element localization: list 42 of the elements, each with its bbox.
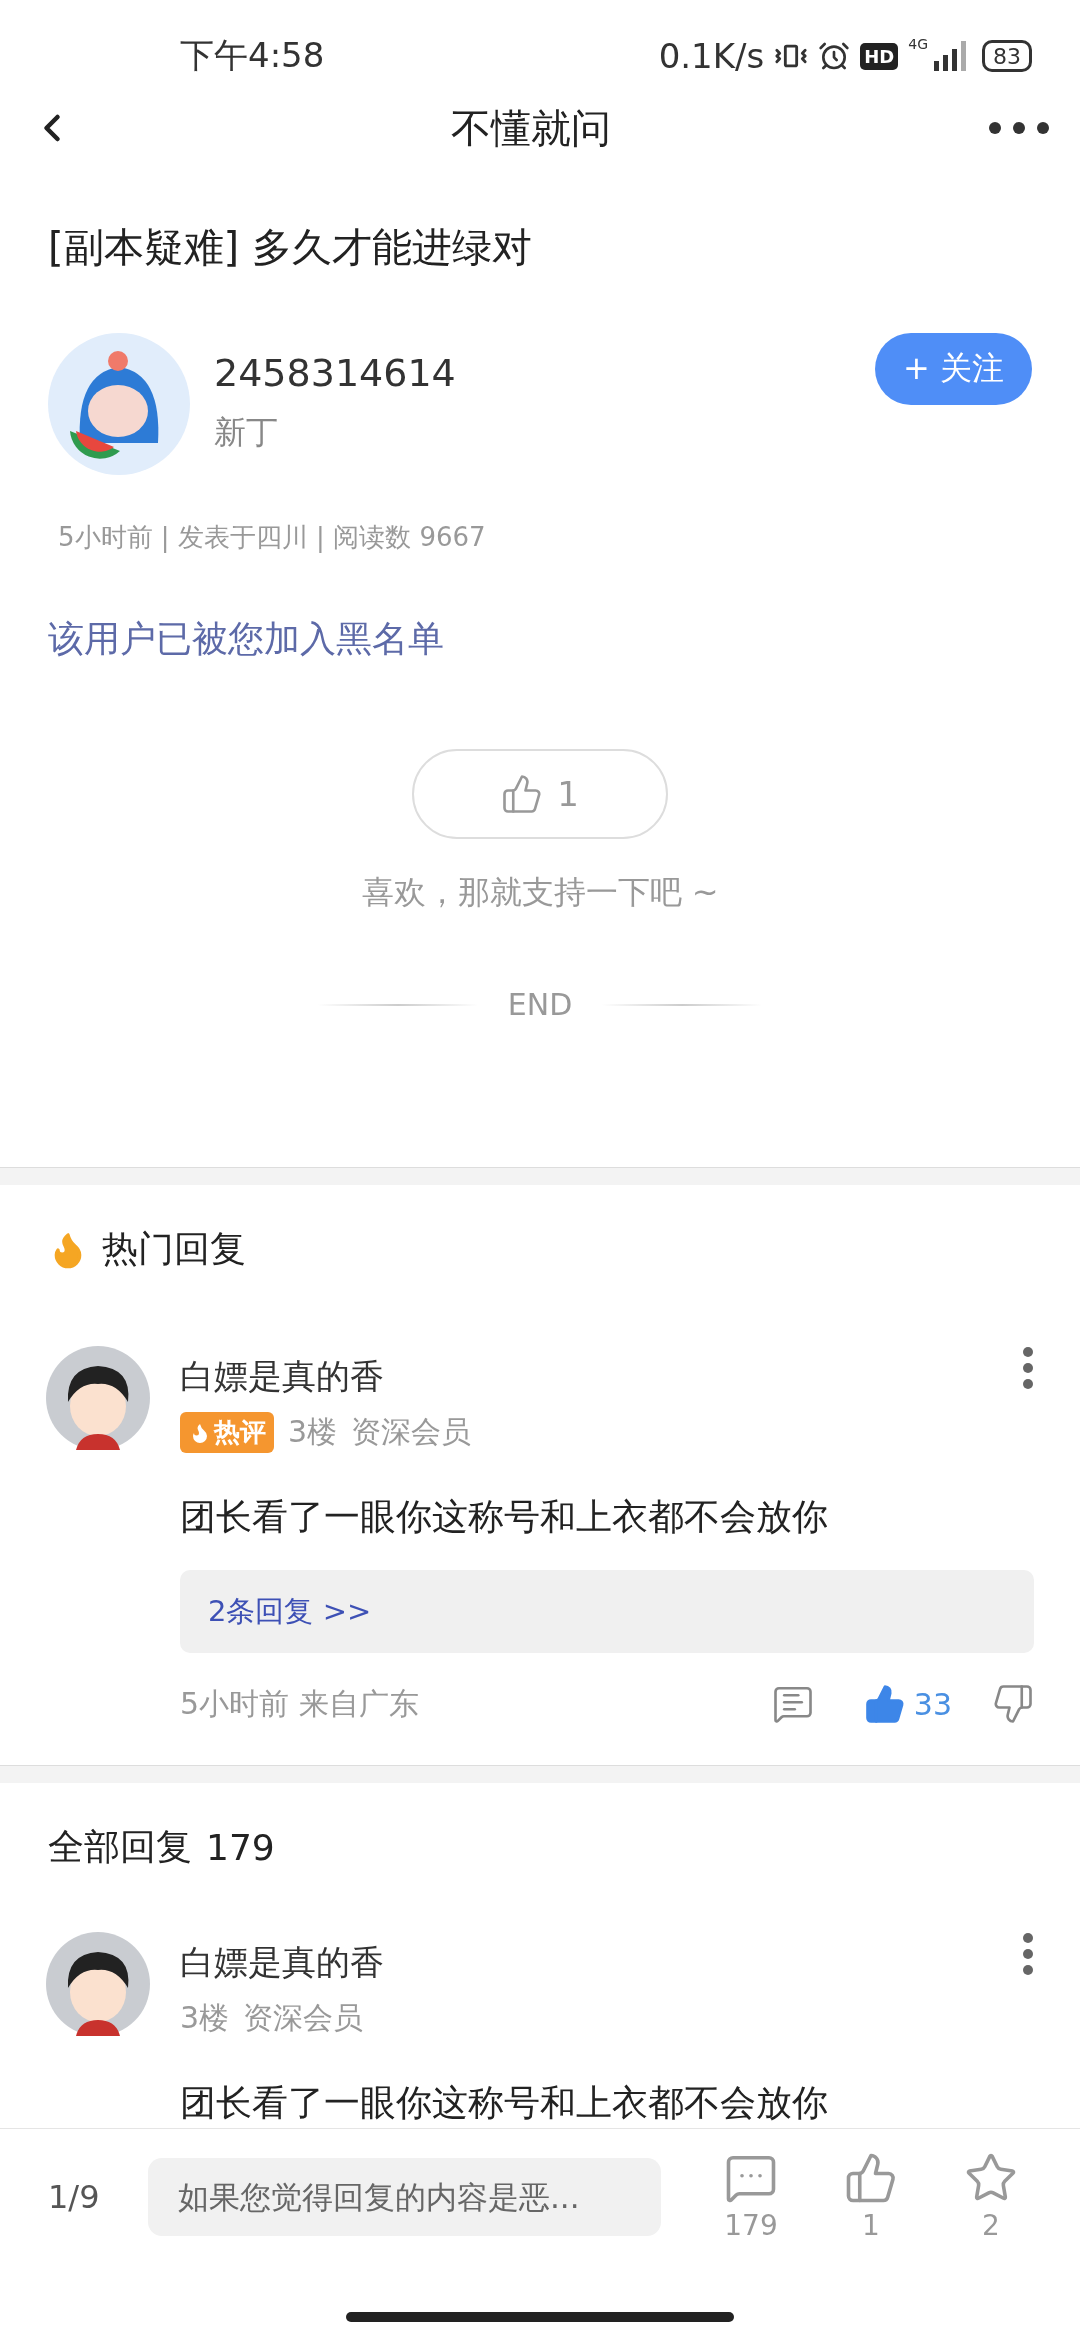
more-icon[interactable] xyxy=(1022,1346,1034,1390)
like-button[interactable]: 1 xyxy=(412,749,668,839)
alarm-icon xyxy=(818,40,851,72)
blacklist-notice: 该用户已被您加入黑名单 xyxy=(48,617,445,661)
favorite-button[interactable]: 2 xyxy=(951,2151,1031,2242)
end-label: END xyxy=(507,987,573,1022)
thumbs-up-icon[interactable] xyxy=(863,1683,906,1725)
post-meta: 5小时前 | 发表于四川 | 阅读数 9667 xyxy=(57,521,487,555)
comment-text: 团长看了一眼你这称号和上衣都不会放你 xyxy=(180,1495,829,1539)
comment-text: 团长看了一眼你这称号和上衣都不会放你 xyxy=(180,2081,829,2125)
floor-label: 3楼 xyxy=(180,1999,230,2037)
network-type: 4G xyxy=(908,36,928,52)
follow-button[interactable]: + 关注 xyxy=(875,333,1032,405)
reply-input[interactable]: 如果您觉得回复的内容是恶... xyxy=(148,2157,661,2236)
page-title: 不懂就问 xyxy=(451,103,611,153)
thumbs-up-icon xyxy=(844,2151,898,2205)
commenter-name[interactable]: 白嫖是真的香 xyxy=(180,1354,384,1400)
page-indicator: 1/9 xyxy=(48,2177,101,2216)
support-prompt: 喜欢，那就支持一下吧 ~ xyxy=(361,872,719,913)
status-time: 下午4:58 xyxy=(180,34,325,77)
thumbs-down-icon[interactable] xyxy=(992,1683,1034,1725)
reply-count: 179 xyxy=(206,1827,275,1868)
commenter-name[interactable]: 白嫖是真的香 xyxy=(180,1940,384,1986)
comment-time-location: 5小时前 来自广东 xyxy=(180,1684,420,1723)
more-icon[interactable] xyxy=(988,121,1050,135)
more-icon[interactable] xyxy=(1022,1932,1034,1976)
member-rank: 资深会员 xyxy=(243,1999,364,2037)
hd-icon: HD xyxy=(860,42,899,70)
post-title: [副本疑难] 多久才能进绿对 xyxy=(48,223,533,272)
comments-button[interactable]: 179 xyxy=(711,2151,791,2242)
like-button[interactable]: 1 xyxy=(831,2151,911,2242)
author-name[interactable]: 2458314614 xyxy=(214,351,875,395)
author-level: 新丁 xyxy=(214,412,279,453)
section-title: 热门回复 xyxy=(102,1227,246,1271)
floor-label: 3楼 xyxy=(288,1413,338,1451)
replies-link[interactable]: 2条回复 >> xyxy=(180,1570,1034,1653)
section-title: 全部回复 xyxy=(48,1825,192,1869)
like-count: 33 xyxy=(913,1686,952,1722)
hot-comment-badge: 热评 xyxy=(180,1412,274,1453)
member-rank: 资深会员 xyxy=(351,1413,472,1451)
battery-level: 83 xyxy=(982,40,1032,72)
network-speed: 0.1K/s xyxy=(658,36,765,76)
